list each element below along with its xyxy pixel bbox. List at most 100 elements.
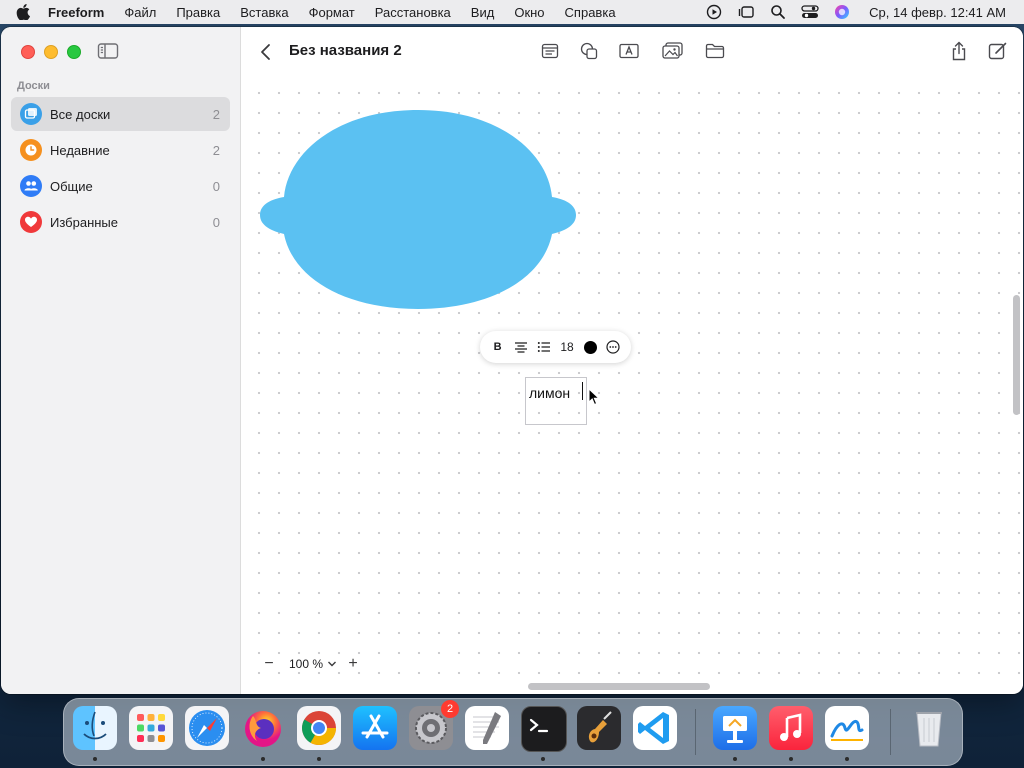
sidebar-item-favorites[interactable]: Избранные 0 [11,205,230,239]
more-options-icon[interactable] [605,337,621,357]
text-box-icon[interactable] [618,40,640,62]
menu-window[interactable]: Окно [514,5,544,20]
zoom-value[interactable]: 100 % [289,657,323,671]
text-color-button[interactable] [582,337,598,357]
menu-app-name[interactable]: Freeform [48,5,104,20]
apple-menu-icon[interactable] [16,4,34,20]
boards-list: Все доски 2 Недавние 2 Общие 0 Избранные… [11,97,230,241]
close-button[interactable] [21,45,35,59]
play-circle-icon[interactable] [705,3,723,21]
zoom-out-button[interactable]: − [259,654,279,674]
safari-icon[interactable] [185,706,229,750]
notification-badge: 2 [441,700,459,718]
zoom-menu-chevron-icon[interactable] [327,657,337,671]
text-box-content[interactable]: лимон [529,385,570,401]
sticky-note-icon[interactable] [539,40,561,62]
zoom-in-button[interactable]: + [343,654,363,674]
menu-file[interactable]: Файл [124,5,156,20]
menu-bar: Freeform Файл Правка Вставка Формат Расс… [0,0,1024,24]
menu-help[interactable]: Справка [565,5,616,20]
new-board-icon[interactable] [987,40,1009,62]
freeform-window: Доски Все доски 2 Недавние 2 Общие 0 Изб… [1,27,1023,694]
menu-view[interactable]: Вид [471,5,495,20]
window-controls [21,45,81,59]
menu-edit[interactable]: Правка [176,5,220,20]
fullscreen-button[interactable] [67,45,81,59]
sidebar-item-label: Общие [50,178,93,194]
list-icon[interactable] [536,337,552,357]
sidebar-heading: Доски [17,80,50,92]
bold-button[interactable]: B [490,337,506,357]
running-indicator [733,757,737,761]
firefox-icon[interactable] [241,706,285,750]
keynote-icon[interactable] [713,706,757,750]
align-center-icon[interactable] [513,337,529,357]
board-title[interactable]: Без названия 2 [289,42,402,59]
board-toolbar: Без названия 2 [241,27,1023,77]
menu-insert[interactable]: Вставка [240,5,288,20]
folder-icon[interactable] [704,40,726,62]
system-settings-icon[interactable]: 2 [409,700,459,750]
launchpad-icon[interactable] [129,706,173,750]
board-canvas[interactable]: B 18 лимон [241,77,1023,689]
sidebar-item-label: Все доски [50,106,111,122]
running-indicator [317,757,321,761]
running-indicator [845,757,849,761]
mouse-pointer-icon [588,387,601,406]
font-size-button[interactable]: 18 [559,337,575,357]
text-box[interactable]: лимон [525,377,587,425]
people-icon [20,175,42,197]
search-icon[interactable] [769,3,787,21]
app-store-icon[interactable] [353,706,397,750]
back-chevron-icon[interactable] [259,43,273,61]
stage-manager-icon[interactable] [737,3,755,21]
running-indicator [261,757,265,761]
music-icon[interactable] [769,706,813,750]
color-swatch [583,340,597,354]
sidebar-item-count: 0 [212,214,220,230]
media-icon[interactable] [662,40,684,62]
horizontal-scrollbar[interactable] [528,683,710,690]
menu-clock[interactable]: Ср, 14 февр. 12:41 AM [869,5,1006,20]
trash-icon[interactable] [907,706,951,750]
sidebar-toggle-icon[interactable] [97,42,119,60]
sidebar-item-count: 2 [212,142,220,158]
sidebar-item-recent[interactable]: Недавние 2 [11,133,230,167]
sidebar-item-label: Избранные [50,214,118,230]
sidebar-item-all-boards[interactable]: Все доски 2 [11,97,230,131]
sidebar-item-count: 0 [212,178,220,194]
finder-icon[interactable] [73,706,117,750]
running-indicator [789,757,793,761]
share-icon[interactable] [948,40,970,62]
vertical-scrollbar[interactable] [1013,295,1020,415]
sidebar-item-label: Недавние [50,142,110,158]
clock-icon [20,139,42,161]
textedit-icon[interactable] [465,706,509,750]
menu-arrange[interactable]: Расстановка [375,5,451,20]
menu-format[interactable]: Формат [309,5,355,20]
sidebar: Доски Все доски 2 Недавние 2 Общие 0 Изб… [1,27,241,694]
freeform-icon[interactable] [825,706,869,750]
dock: 2 [63,698,963,766]
sidebar-item-count: 2 [212,106,220,122]
dock-separator [890,709,891,755]
chrome-icon[interactable] [297,706,341,750]
dock-separator [695,709,696,755]
boards-icon [20,103,42,125]
control-center-icon[interactable] [801,3,819,21]
heart-icon [20,211,42,233]
text-caret [582,382,583,400]
vscode-icon[interactable] [633,706,677,750]
garageband-icon[interactable] [577,706,621,750]
siri-icon[interactable] [833,3,851,21]
text-format-bar: B 18 [480,331,631,363]
board-area: Без названия 2 B 18 лимон − 100 % + [241,27,1023,694]
running-indicator [541,757,545,761]
zoom-control: − 100 % + [259,652,369,676]
running-indicator [93,757,97,761]
minimize-button[interactable] [44,45,58,59]
sidebar-item-shared[interactable]: Общие 0 [11,169,230,203]
shapes-icon[interactable] [578,40,600,62]
terminal-icon[interactable] [521,706,567,752]
lemon-shape[interactable] [258,107,578,312]
